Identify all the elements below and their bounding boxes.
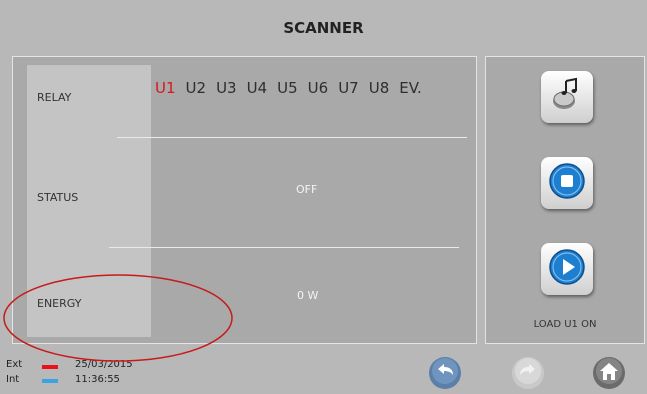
- relay-u7[interactable]: U7: [338, 79, 359, 97]
- label-column: RELAY STATUS ENERGY: [27, 65, 151, 337]
- relay-u8[interactable]: U8: [369, 79, 390, 97]
- relay-selector: U1 U2 U3 U4 U5 U6 U7 U8 EV.: [155, 79, 422, 97]
- relay-ev[interactable]: EV.: [399, 79, 422, 97]
- energy-label: ENERGY: [37, 297, 82, 310]
- relay-u4[interactable]: U4: [247, 79, 268, 97]
- home-icon: [592, 357, 626, 394]
- stop-button[interactable]: [541, 157, 593, 209]
- energy-value: 0 W: [297, 289, 319, 302]
- relay-u6[interactable]: U6: [308, 79, 329, 97]
- music-button[interactable]: [541, 71, 593, 123]
- ext-label: Ext: [6, 359, 23, 370]
- status-value: OFF: [296, 183, 318, 196]
- music-note-icon: [549, 77, 585, 117]
- ext-color-bar: [42, 365, 58, 369]
- stop-icon: [547, 161, 587, 205]
- int-color-bar: [42, 379, 58, 383]
- relay-u5[interactable]: U5: [277, 79, 298, 97]
- date-display: 25/03/2015: [75, 359, 133, 370]
- load-status-text: LOAD U1 ON: [533, 319, 597, 330]
- divider: [117, 137, 467, 138]
- status-label: STATUS: [37, 191, 79, 204]
- relay-u1[interactable]: U1: [155, 79, 176, 97]
- home-button[interactable]: [592, 356, 626, 390]
- relay-u3[interactable]: U3: [216, 79, 237, 97]
- play-button[interactable]: [541, 243, 593, 295]
- divider: [109, 247, 459, 248]
- relay-label: RELAY: [37, 91, 72, 104]
- side-panel: LOAD U1 ON: [485, 56, 645, 344]
- back-arrow-icon: [428, 357, 462, 394]
- forward-button[interactable]: [511, 356, 545, 390]
- int-label: Int: [6, 374, 20, 385]
- page-title: SCANNER: [283, 19, 364, 37]
- main-panel: RELAY STATUS ENERGY U1 U2 U3 U4 U5 U6 U7…: [12, 56, 477, 344]
- forward-arrow-icon: [511, 357, 545, 394]
- relay-u2[interactable]: U2: [186, 79, 207, 97]
- play-icon: [547, 247, 587, 291]
- back-button[interactable]: [428, 356, 462, 390]
- time-display: 11:36:55: [75, 374, 120, 385]
